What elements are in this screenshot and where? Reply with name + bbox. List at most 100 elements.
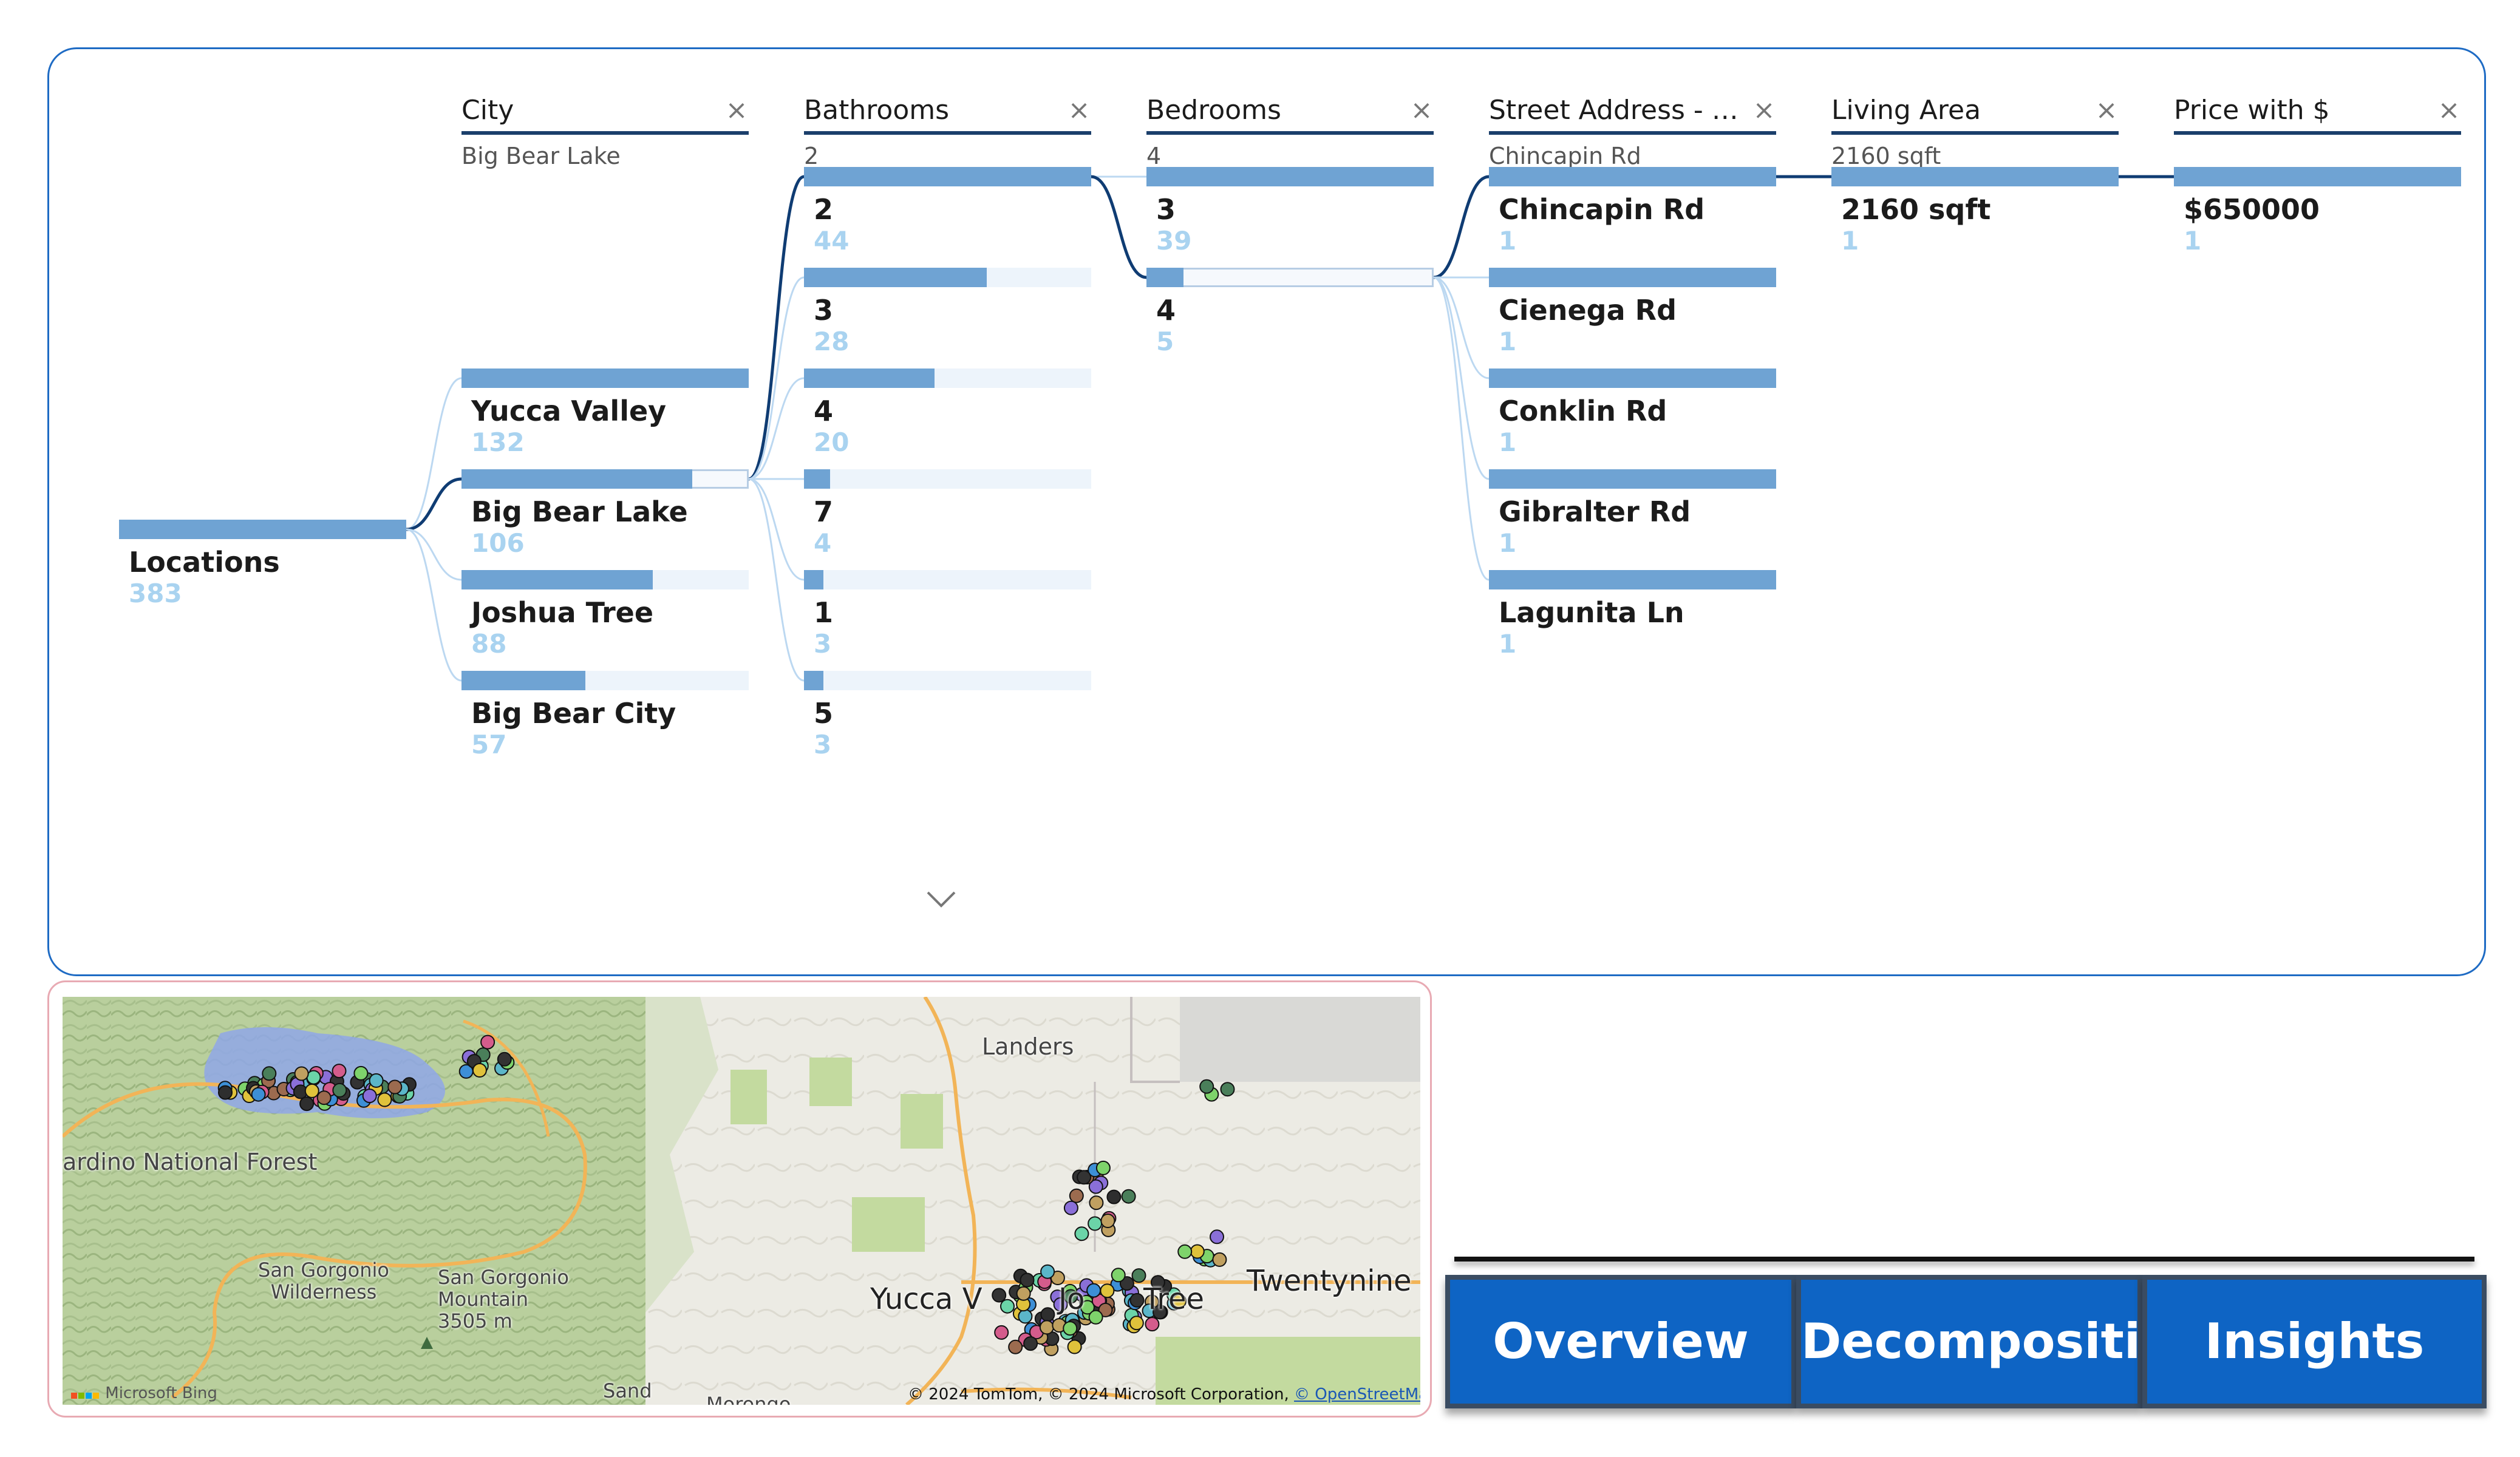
map-location-marker bbox=[1086, 1283, 1102, 1298]
column-header-living-area: Living Area × 2160 sqft bbox=[1831, 92, 2119, 177]
column-header-price-with: Price with $ × bbox=[2174, 92, 2461, 177]
node-bar-track bbox=[804, 671, 1091, 690]
map-location-marker bbox=[480, 1034, 495, 1050]
map-canvas[interactable]: Landers ardino National Forest San Gorgo… bbox=[63, 997, 1420, 1405]
openstreetmap-link[interactable]: © OpenStreetMap bbox=[1294, 1385, 1420, 1404]
tree-node-conklin-rd[interactable]: Conklin Rd 1 bbox=[1489, 368, 1776, 469]
tree-node-yucca-valley[interactable]: Yucca Valley 132 bbox=[461, 368, 749, 469]
node-label: Cienega Rd bbox=[1499, 294, 1677, 327]
node-label: Big Bear City bbox=[471, 697, 676, 730]
node-count: 5 bbox=[1156, 327, 1174, 356]
node-bar-fill bbox=[1146, 268, 1183, 287]
node-count: 3 bbox=[814, 629, 832, 659]
node-count: 57 bbox=[471, 730, 507, 759]
map-location-marker bbox=[1088, 1309, 1103, 1325]
tree-node-2160-sqft[interactable]: 2160 sqft 1 bbox=[1831, 167, 2119, 267]
map-location-marker bbox=[362, 1089, 377, 1104]
tree-node-4[interactable]: 4 20 bbox=[804, 368, 1091, 469]
map-location-marker bbox=[1018, 1309, 1033, 1324]
map-location-marker bbox=[1111, 1268, 1126, 1283]
column-header-selection: Big Bear Lake bbox=[461, 143, 621, 169]
node-bar-fill bbox=[1831, 167, 2119, 186]
tree-node-cienega-rd[interactable]: Cienega Rd 1 bbox=[1489, 268, 1776, 368]
node-count: 3 bbox=[814, 730, 832, 759]
x-icon[interactable]: × bbox=[1067, 92, 1091, 129]
tree-node-joshua-tree[interactable]: Joshua Tree 88 bbox=[461, 570, 749, 670]
map-location-marker bbox=[218, 1085, 233, 1100]
tree-node-big-bear-city[interactable]: Big Bear City 57 bbox=[461, 671, 749, 771]
map-location-marker bbox=[294, 1066, 309, 1081]
map-label-landers: Landers bbox=[982, 1033, 1074, 1060]
tree-node-7[interactable]: 74 bbox=[804, 469, 1091, 569]
tree-node-lagunita-ln[interactable]: Lagunita Ln 1 bbox=[1489, 570, 1776, 670]
map-location-marker bbox=[1121, 1189, 1136, 1204]
tree-node-locations[interactable]: Locations 383 bbox=[119, 520, 406, 620]
node-bar-fill bbox=[1489, 368, 1776, 388]
tree-node-5[interactable]: 53 bbox=[804, 671, 1091, 771]
map-location-marker bbox=[1220, 1082, 1235, 1097]
map-location-marker bbox=[369, 1073, 384, 1088]
map-location-marker bbox=[1040, 1307, 1055, 1322]
x-icon[interactable]: × bbox=[724, 92, 749, 129]
column-header-underline bbox=[461, 131, 749, 135]
tree-node-2[interactable]: 2 44 bbox=[804, 167, 1091, 267]
chevron-down-icon[interactable] bbox=[924, 888, 958, 912]
map-location-marker bbox=[1095, 1160, 1111, 1175]
tree-node-650000[interactable]: $650000 1 bbox=[2174, 167, 2461, 267]
node-bar-fill bbox=[804, 268, 987, 287]
map-location-marker bbox=[304, 1083, 319, 1098]
node-bar-fill bbox=[1489, 167, 1776, 186]
map-location-marker bbox=[251, 1087, 266, 1102]
map-location-marker bbox=[377, 1092, 392, 1107]
tree-node-big-bear-lake[interactable]: Big Bear Lake 106 bbox=[461, 469, 749, 569]
node-label: 2160 sqft bbox=[1841, 193, 1991, 226]
map-location-marker bbox=[1008, 1339, 1023, 1354]
tree-node-chincapin-rd[interactable]: Chincapin Rd 1 bbox=[1489, 167, 1776, 267]
overview-button[interactable]: Overview bbox=[1445, 1275, 1796, 1408]
x-icon[interactable]: × bbox=[2094, 92, 2119, 129]
node-label: 4 bbox=[814, 395, 834, 427]
node-label: 3 bbox=[1156, 193, 1176, 226]
map-label-morongo: Morongo bbox=[706, 1393, 791, 1405]
node-bar-track bbox=[1146, 268, 1434, 287]
tree-node-1[interactable]: 13 bbox=[804, 570, 1091, 670]
map-location-marker bbox=[1106, 1189, 1122, 1204]
node-count: 4 bbox=[814, 528, 832, 558]
map-location-marker bbox=[994, 1325, 1009, 1340]
node-count: 28 bbox=[814, 327, 850, 356]
x-icon[interactable]: × bbox=[1409, 92, 1434, 129]
map-copyright-text: © 2024 TomTom, © 2024 Microsoft Corporat… bbox=[908, 1385, 1295, 1404]
map-location-marker bbox=[1016, 1286, 1031, 1301]
column-header-city: City × Big Bear Lake bbox=[461, 92, 749, 177]
node-bar-track bbox=[804, 469, 1091, 489]
map-location-marker bbox=[1100, 1214, 1115, 1228]
node-bar-fill bbox=[1489, 469, 1776, 489]
node-label: 7 bbox=[814, 495, 834, 528]
map-location-marker bbox=[1069, 1188, 1084, 1203]
decomposition-button[interactable]: Decomposition bbox=[1796, 1275, 2142, 1408]
node-bar-fill bbox=[804, 368, 935, 388]
map-location-marker bbox=[1063, 1321, 1078, 1336]
map-location-marker bbox=[306, 1070, 321, 1085]
tree-node-4[interactable]: 45 bbox=[1146, 268, 1434, 368]
map-location-marker bbox=[1067, 1339, 1082, 1354]
tree-node-gibralter-rd[interactable]: Gibralter Rd 1 bbox=[1489, 469, 1776, 569]
node-label: 2 bbox=[814, 193, 834, 226]
column-header-underline bbox=[2174, 131, 2461, 135]
node-label: $650000 bbox=[2184, 193, 2320, 226]
map-location-marker bbox=[1063, 1200, 1078, 1215]
node-count: 1 bbox=[2184, 226, 2202, 256]
node-bar-fill bbox=[461, 570, 653, 589]
node-label: Gibralter Rd bbox=[1499, 495, 1691, 528]
map-location-marker bbox=[332, 1064, 347, 1079]
x-icon[interactable]: × bbox=[1752, 92, 1776, 129]
node-count: 1 bbox=[1499, 327, 1517, 356]
tree-node-3[interactable]: 3 39 bbox=[1146, 167, 1434, 267]
insights-button[interactable]: Insights bbox=[2142, 1275, 2487, 1408]
node-bar-fill bbox=[1146, 167, 1434, 186]
tree-node-3[interactable]: 3 28 bbox=[804, 268, 1091, 368]
node-label: 1 bbox=[814, 596, 834, 629]
node-bar-fill bbox=[461, 368, 749, 388]
column-header-title: Bedrooms bbox=[1146, 95, 1281, 126]
x-icon[interactable]: × bbox=[2437, 92, 2461, 129]
